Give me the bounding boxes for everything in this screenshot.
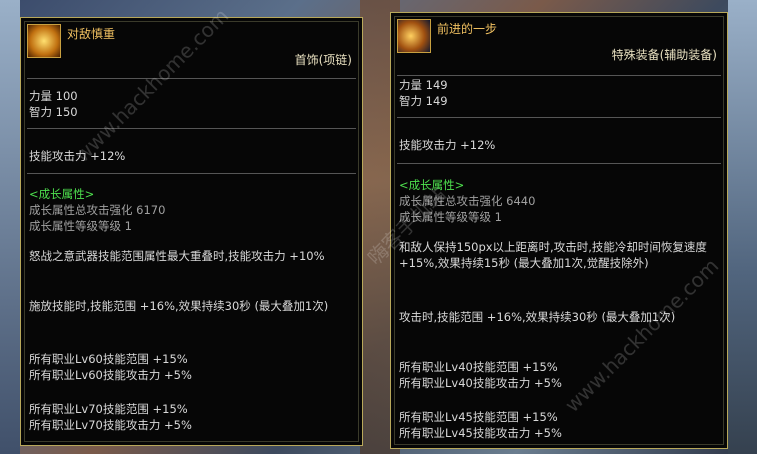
- item-title: 前进的一步: [437, 22, 498, 36]
- item-tooltip-right: 前进的一步 特殊装备(辅助装备) 力量 149 智力 149 技能攻击力 +12…: [390, 12, 728, 449]
- growth-block: <成长属性> 成长属性总攻击强化 6170 成长属性等级等级 1: [29, 186, 354, 234]
- lv60-block: 所有职业Lv60技能范围 +15% 所有职业Lv60技能攻击力 +5%: [29, 351, 354, 383]
- lv60-atk: 所有职业Lv60技能攻击力 +5%: [29, 368, 192, 382]
- skill-attack: 技能攻击力 +12%: [399, 138, 496, 152]
- item-title: 对敌慎重: [67, 27, 116, 41]
- lv45-range: 所有职业Lv45技能范围 +15%: [399, 410, 558, 424]
- item-type: 首饰(项链): [294, 53, 352, 67]
- lv40-atk: 所有职业Lv40技能攻击力 +5%: [399, 376, 562, 390]
- background-right: [728, 0, 757, 454]
- growth-header: <成长属性>: [29, 187, 95, 201]
- lv70-atk: 所有职业Lv70技能攻击力 +5%: [29, 418, 192, 432]
- effect-1: 怒战之意武器技能范围属性最大重叠时,技能攻击力 +10%: [29, 249, 325, 263]
- lv45-atk: 所有职业Lv45技能攻击力 +5%: [399, 426, 562, 440]
- stat-block: 力量 149 智力 149: [399, 77, 719, 109]
- lv40-range: 所有职业Lv40技能范围 +15%: [399, 360, 558, 374]
- background-left: [0, 0, 20, 454]
- lv60-range: 所有职业Lv60技能范围 +15%: [29, 352, 188, 366]
- growth-header: <成长属性>: [399, 178, 465, 192]
- item-icon: [27, 24, 61, 58]
- stat-int: 智力 150: [29, 105, 78, 119]
- growth-atk: 成长属性总攻击强化 6170: [29, 203, 166, 217]
- tooltip-header: 前进的一步 特殊装备(辅助装备): [391, 13, 727, 75]
- item-tooltip-left: 对敌慎重 首饰(项链) 力量 100 智力 150 技能攻击力 +12% <成长…: [20, 17, 363, 446]
- stat-str: 力量 100: [29, 89, 78, 103]
- lv70-block: 所有职业Lv70技能范围 +15% 所有职业Lv70技能攻击力 +5%: [29, 401, 354, 433]
- effect-2: 施放技能时,技能范围 +16%,效果持续30秒 (最大叠加1次): [29, 299, 329, 313]
- lv45-block: 所有职业Lv45技能范围 +15% 所有职业Lv45技能攻击力 +5%: [399, 409, 719, 441]
- stat-int: 智力 149: [399, 94, 448, 108]
- item-icon: [397, 19, 431, 53]
- effect-1: 和敌人保持150px以上距离时,攻击时,技能冷却时间恢复速度 +15%,效果持续…: [399, 240, 707, 270]
- stat-str: 力量 149: [399, 78, 448, 92]
- lv40-block: 所有职业Lv40技能范围 +15% 所有职业Lv40技能攻击力 +5%: [399, 359, 719, 391]
- stat-block: 力量 100 智力 150: [29, 88, 354, 120]
- growth-level: 成长属性等级等级 1: [29, 219, 132, 233]
- item-type: 特殊装备(辅助装备): [611, 48, 717, 62]
- lv70-range: 所有职业Lv70技能范围 +15%: [29, 402, 188, 416]
- growth-level: 成长属性等级等级 1: [399, 210, 502, 224]
